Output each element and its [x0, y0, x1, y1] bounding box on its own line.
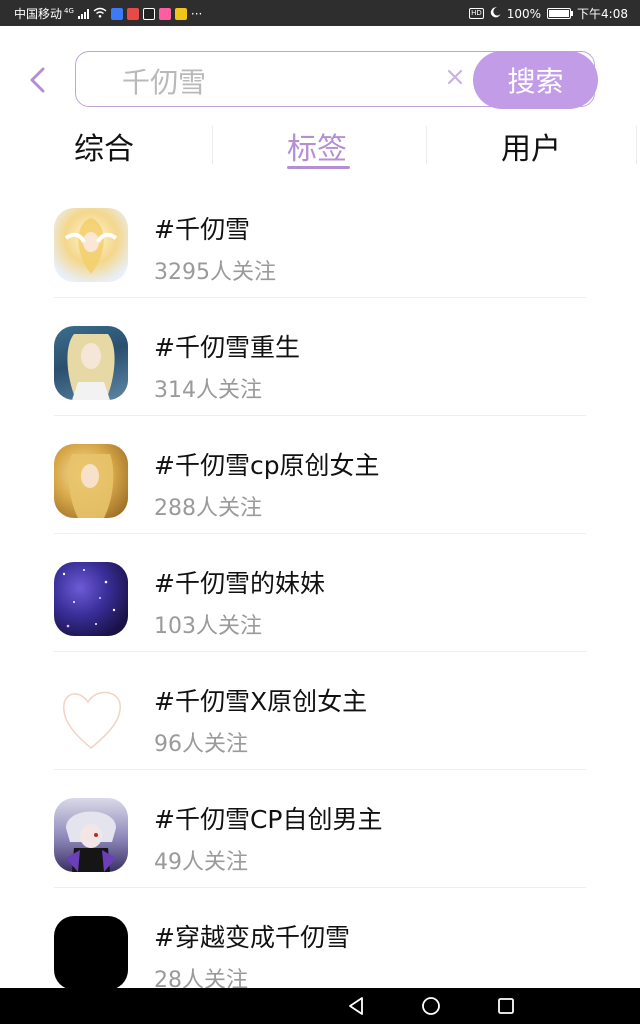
clock: 下午4:08	[577, 7, 628, 21]
tab-divider	[636, 126, 637, 164]
tag-followers: 49人关注	[154, 850, 248, 875]
tag-title: #千仞雪	[154, 215, 250, 244]
more-notifications-icon: ···	[190, 6, 203, 21]
carrier-name: 中国移动	[14, 7, 63, 21]
tag-avatar	[54, 916, 128, 990]
status-left: 中国移动 4G ···	[14, 5, 202, 22]
tab-comprehensive[interactable]: 综合	[74, 124, 134, 168]
tag-followers: 288人关注	[154, 496, 262, 521]
list-item[interactable]: #千仞雪cp原创女主 288人关注	[0, 416, 640, 534]
play-app-icon	[158, 7, 171, 20]
battery-percent: 100%	[506, 6, 542, 21]
status-bar: 中国移动 4G ··· HD 100% 下午4:08	[0, 0, 640, 26]
list-item[interactable]: #千仞雪X原创女主 96人关注	[0, 652, 640, 770]
tag-title: #穿越变成千仞雪	[154, 923, 350, 952]
app-notification-icon	[126, 7, 139, 20]
chevron-left-icon	[30, 67, 45, 93]
tag-avatar	[54, 444, 128, 518]
tag-avatar	[54, 208, 128, 282]
tab-tags[interactable]: 标签	[287, 124, 347, 168]
wifi-icon	[93, 7, 107, 21]
tag-followers: 3295人关注	[154, 260, 276, 285]
tag-avatar	[54, 680, 128, 754]
list-item[interactable]: #千仞雪重生 314人关注	[0, 298, 640, 416]
app-notification-icon	[174, 7, 187, 20]
list-item[interactable]: #千仞雪CP自创男主 49人关注	[0, 770, 640, 888]
clear-icon[interactable]	[446, 66, 464, 94]
tag-avatar	[54, 798, 128, 872]
signal-icon	[77, 8, 89, 19]
circle-home-icon[interactable]	[417, 992, 445, 1020]
triangle-back-icon[interactable]	[342, 992, 370, 1020]
tag-avatar	[54, 326, 128, 400]
square-recents-icon[interactable]	[492, 992, 520, 1020]
list-item[interactable]: #千仞雪的妹妹 103人关注	[0, 534, 640, 652]
status-right: HD 100% 下午4:08	[469, 5, 628, 22]
app-notification-icon	[142, 7, 155, 20]
tag-title: #千仞雪X原创女主	[154, 687, 368, 716]
moon-icon	[490, 6, 501, 21]
tag-title: #千仞雪CP自创男主	[154, 805, 383, 834]
tab-divider	[212, 126, 213, 164]
back-button[interactable]	[26, 62, 54, 98]
search-input[interactable]	[120, 62, 454, 100]
hd-badge: HD	[469, 8, 484, 19]
result-tabs: 综合 标签 用户	[0, 118, 640, 174]
list-item[interactable]: #千仞雪 3295人关注	[0, 180, 640, 298]
tag-title: #千仞雪重生	[154, 333, 300, 362]
tag-followers: 103人关注	[154, 614, 262, 639]
battery-icon	[547, 8, 574, 19]
tag-followers: 96人关注	[154, 732, 248, 757]
tag-title: #千仞雪cp原创女主	[154, 451, 380, 480]
tag-avatar	[54, 562, 128, 636]
navigation-bar	[0, 988, 640, 1024]
tab-users[interactable]: 用户	[501, 124, 561, 168]
active-tab-indicator	[287, 166, 350, 169]
tag-title: #千仞雪的妹妹	[154, 569, 325, 598]
tag-followers: 314人关注	[154, 378, 262, 403]
app-notification-icon	[110, 7, 123, 20]
search-button[interactable]: 搜索	[473, 51, 598, 109]
tab-divider	[426, 126, 427, 164]
network-badge: 4G	[64, 6, 74, 15]
